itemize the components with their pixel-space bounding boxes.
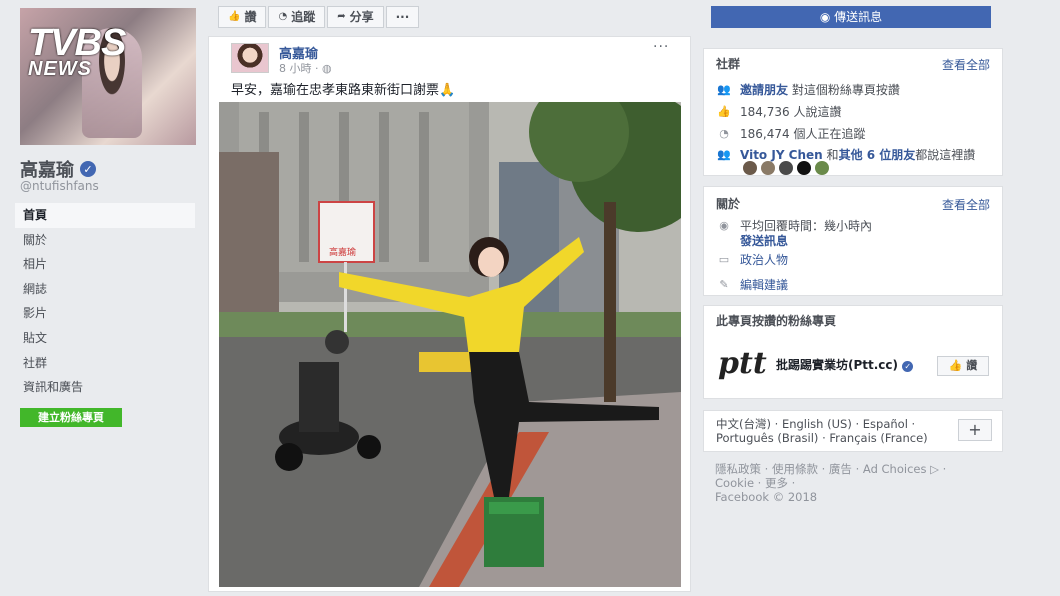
verified-badge-icon: ✓ [80,161,96,177]
invite-friends-link[interactable]: 邀請朋友 [740,83,788,97]
globe-icon: ◍ [322,62,332,75]
street-photo-illustration: 高嘉瑜 [219,102,681,587]
post-timestamp[interactable]: 8 小時 · ◍ [279,60,332,76]
friend-name-link[interactable]: Vito JY Chen [740,148,823,162]
community-title: 社群 [716,57,741,71]
category-link[interactable]: 政治人物 [740,251,788,268]
page-handle[interactable]: @ntufishfans [20,179,99,193]
nav-item-videos[interactable]: 影片 [15,301,195,326]
about-see-all-link[interactable]: 查看全部 [942,196,990,213]
edit-suggestion-link[interactable]: 編輯建議 [740,276,788,293]
friend-avatars [743,161,829,175]
nav-item-home[interactable]: 首頁 [15,203,195,228]
verified-badge-icon: ✓ [902,361,914,372]
rss-icon: ◔ [719,127,729,140]
left-column: TVBS NEWS 高嘉瑜 ✓ @ntufishfans 首頁 關於 相片 網誌… [0,0,205,596]
language-card: 中文(台灣) · English (US) · Español · Portug… [703,410,1003,452]
other-friends-link[interactable]: 其他 6 位朋友 [839,148,916,162]
messenger-icon: ◉ [719,219,729,232]
language-list[interactable]: 中文(台灣) · English (US) · Español · Portug… [716,417,928,445]
tag-icon: ▭ [718,253,730,266]
community-see-all-link[interactable]: 查看全部 [942,56,990,73]
likes-count-row: 👍 184,736 人說這讚 [717,105,842,119]
thumbs-up-icon: 👍 [228,11,241,22]
post-options-icon[interactable]: ··· [653,39,669,55]
ptt-logo[interactable]: ptt [718,346,767,381]
messenger-icon: ◉ [819,10,831,24]
share-arrow-icon: ➦ [337,11,346,22]
footer-links: 隱私政策 · 使用條款 · 廣告 · Ad Choices ▷ · Cookie… [715,462,947,504]
post-card: 高嘉瑜 8 小時 · ◍ ··· 早安，嘉瑜在忠孝東路東新街口謝票🙏 高嘉瑜 [208,36,691,592]
pencil-icon: ✎ [719,278,729,291]
thumbs-up-icon: 👍 [948,359,963,372]
add-language-button[interactable]: + [958,419,992,441]
post-photo[interactable]: 高嘉瑜 [219,102,681,587]
response-time-row: ◉ 平均回覆時間：幾小時內 發送訊息 [716,219,872,249]
friends-icon: 👥 [717,148,731,161]
rss-icon: ◔ [278,11,288,22]
nav-item-info-ads[interactable]: 資訊和廣告 [15,375,195,400]
liked-pages-card: 此專頁按讚的粉絲專頁 ptt 批踢踢實業坊(Ptt.cc) ✓ 👍 讚 [703,305,1003,399]
share-button[interactable]: ➦ 分享 [327,6,384,28]
liked-pages-title: 此專頁按讚的粉絲專頁 [716,314,837,328]
like-page-button[interactable]: 👍 讚 [218,6,267,28]
nav-item-about[interactable]: 關於 [15,228,195,253]
profile-picture[interactable]: TVBS NEWS [20,8,196,145]
send-message-button[interactable]: ◉ 傳送訊息 [711,6,991,28]
more-options-button[interactable]: ··· [385,6,420,28]
edit-suggestion-row: ✎ 編輯建議 [716,276,788,293]
category-row: ▭ 政治人物 [716,251,788,268]
post-text: 早安，嘉瑜在忠孝東路東新街口謝票🙏 [231,83,456,98]
nav-item-posts[interactable]: 貼文 [15,326,195,351]
tvbs-news-logo: TVBS NEWS [28,22,126,81]
about-card: 關於 查看全部 ◉ 平均回覆時間：幾小時內 發送訊息 ▭ 政治人物 ✎ 編輯建議 [703,186,1003,296]
page-action-bar: 👍 讚 ◔ 追蹤 ➦ 分享 ··· [218,6,421,28]
people-icon: 👥 [717,83,731,96]
nav-item-notes[interactable]: 網誌 [15,277,195,302]
follow-button[interactable]: ◔ 追蹤 [268,6,326,28]
thumbs-up-icon: 👍 [717,105,731,118]
send-message-link[interactable]: 發送訊息 [740,234,788,248]
page-nav: 首頁 關於 相片 網誌 影片 貼文 社群 資訊和廣告 [15,203,195,400]
campaign-sign-text: 高嘉瑜 [329,246,356,258]
create-page-button[interactable]: 建立粉絲專頁 [20,408,122,427]
community-card: 社群 查看全部 👥 邀請朋友 對這個粉絲專頁按讚 👍 184,736 人說這讚 … [703,48,1003,176]
nav-item-community[interactable]: 社群 [15,351,195,376]
about-title: 關於 [716,197,741,211]
invite-friends-row: 👥 邀請朋友 對這個粉絲專頁按讚 [717,83,900,97]
follows-count-row: ◔ 186,474 個人正在追蹤 [716,125,865,142]
liked-page-name[interactable]: 批踢踢實業坊(Ptt.cc) ✓ [776,356,914,373]
avatar[interactable] [231,43,269,73]
nav-item-photos[interactable]: 相片 [15,252,195,277]
liked-page-like-button[interactable]: 👍 讚 [937,356,989,376]
